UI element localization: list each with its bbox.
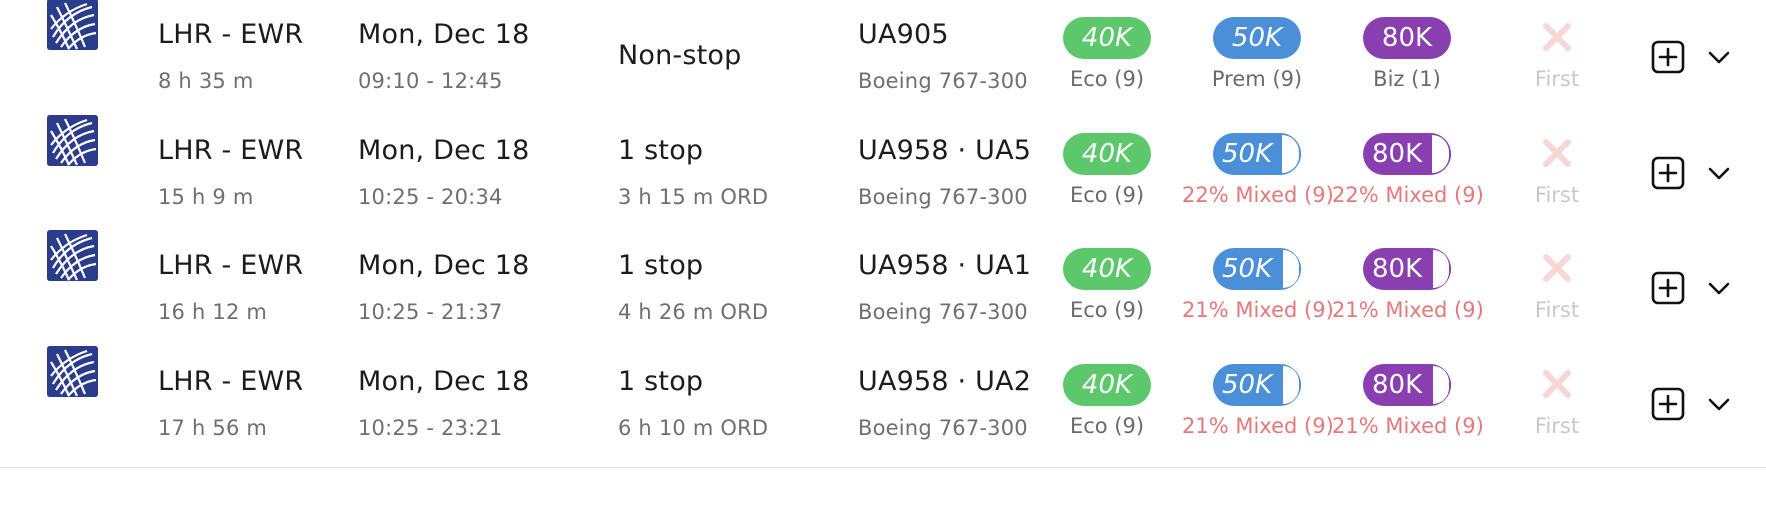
plus-square-icon[interactable] bbox=[1651, 40, 1685, 74]
chevron-down-icon[interactable] bbox=[1705, 279, 1733, 299]
route-label: LHR - EWR bbox=[158, 365, 304, 397]
premium-price-badge[interactable]: 50K bbox=[1213, 248, 1301, 290]
x-icon bbox=[1539, 135, 1575, 171]
route-label: LHR - EWR bbox=[158, 250, 304, 281]
time-range-label: 09:10 - 12:45 bbox=[358, 69, 503, 93]
business-price-badge[interactable]: 80K bbox=[1363, 17, 1451, 59]
united-globe-icon bbox=[47, 230, 98, 281]
economy-availability-label: Eco (9) bbox=[1069, 182, 1145, 207]
business-availability-label: 22% Mixed (9) bbox=[1332, 182, 1484, 207]
flight-result-row[interactable]: LHR - EWR 8 h 35 m Mon, Dec 18 09:10 - 1… bbox=[0, 0, 1766, 121]
date-label: Mon, Dec 18 bbox=[358, 250, 530, 281]
economy-price-badge[interactable]: 40K bbox=[1063, 248, 1151, 290]
business-availability-label: 21% Mixed (9) bbox=[1332, 413, 1484, 438]
stops-label: Non-stop bbox=[618, 40, 742, 71]
x-icon bbox=[1539, 19, 1575, 55]
aircraft-label: Boeing 767-300 bbox=[858, 300, 1028, 324]
mixed-cabin-indicator bbox=[1432, 132, 1451, 175]
duration-label: 15 h 9 m bbox=[158, 184, 254, 209]
aircraft-label: Boeing 767-300 bbox=[858, 184, 1028, 209]
first-availability-label: First bbox=[1534, 67, 1580, 91]
mixed-cabin-indicator bbox=[1433, 248, 1451, 290]
flight-result-row[interactable]: LHR - EWR 17 h 56 m Mon, Dec 18 10:25 - … bbox=[0, 345, 1766, 468]
economy-availability-label: Eco (9) bbox=[1069, 67, 1145, 91]
flight-result-row[interactable]: LHR - EWR 16 h 12 m Mon, Dec 18 10:25 - … bbox=[0, 230, 1766, 352]
date-label: Mon, Dec 18 bbox=[358, 19, 530, 50]
mixed-cabin-indicator bbox=[1282, 132, 1301, 175]
mixed-cabin-indicator bbox=[1283, 248, 1301, 290]
premium-availability-label: 21% Mixed (9) bbox=[1182, 413, 1334, 438]
mixed-cabin-indicator bbox=[1433, 363, 1451, 406]
united-globe-icon bbox=[47, 0, 98, 50]
stops-label: 1 stop bbox=[618, 134, 704, 166]
mixed-cabin-indicator bbox=[1283, 363, 1301, 406]
layover-label: 4 h 26 m ORD bbox=[618, 300, 769, 324]
premium-availability-label: 21% Mixed (9) bbox=[1182, 298, 1334, 322]
economy-price-badge[interactable]: 40K bbox=[1063, 132, 1151, 175]
flight-result-row[interactable]: LHR - EWR 15 h 9 m Mon, Dec 18 10:25 - 2… bbox=[0, 114, 1766, 237]
duration-label: 17 h 56 m bbox=[158, 415, 268, 440]
united-globe-icon bbox=[47, 114, 98, 166]
premium-availability-label: Prem (9) bbox=[1211, 67, 1303, 91]
route-label: LHR - EWR bbox=[158, 134, 304, 166]
business-price-badge[interactable]: 80K bbox=[1363, 248, 1451, 290]
route-label: LHR - EWR bbox=[158, 19, 304, 50]
first-availability-label: First bbox=[1534, 298, 1580, 322]
flight-numbers: UA905 bbox=[858, 19, 949, 50]
flight-numbers: UA958 · UA59 bbox=[858, 134, 1032, 166]
premium-price-badge[interactable]: 50K bbox=[1213, 17, 1301, 59]
chevron-down-icon[interactable] bbox=[1705, 395, 1733, 415]
time-range-label: 10:25 - 21:37 bbox=[358, 300, 503, 324]
date-label: Mon, Dec 18 bbox=[358, 134, 530, 166]
plus-square-icon[interactable] bbox=[1651, 387, 1685, 421]
duration-label: 8 h 35 m bbox=[158, 69, 254, 93]
flight-numbers: UA958 · UA21 bbox=[858, 365, 1032, 397]
business-price-badge[interactable]: 80K bbox=[1363, 132, 1451, 175]
layover-label: 6 h 10 m ORD bbox=[618, 415, 769, 440]
chevron-down-icon[interactable] bbox=[1705, 48, 1733, 68]
stops-label: 1 stop bbox=[618, 365, 704, 397]
business-availability-label: 21% Mixed (9) bbox=[1332, 298, 1484, 322]
economy-price-badge[interactable]: 40K bbox=[1063, 363, 1151, 406]
date-label: Mon, Dec 18 bbox=[358, 365, 530, 397]
economy-availability-label: Eco (9) bbox=[1069, 413, 1145, 438]
stops-label: 1 stop bbox=[618, 250, 704, 281]
premium-price-badge[interactable]: 50K bbox=[1213, 132, 1301, 175]
flight-numbers: UA958 · UA19 bbox=[858, 250, 1032, 281]
plus-square-icon[interactable] bbox=[1651, 156, 1685, 190]
layover-label: 3 h 15 m ORD bbox=[618, 184, 769, 209]
premium-price-badge[interactable]: 50K bbox=[1213, 363, 1301, 406]
economy-availability-label: Eco (9) bbox=[1069, 298, 1145, 322]
first-availability-label: First bbox=[1534, 413, 1580, 438]
economy-price-badge[interactable]: 40K bbox=[1063, 17, 1151, 59]
plus-square-icon[interactable] bbox=[1651, 271, 1685, 305]
time-range-label: 10:25 - 23:21 bbox=[358, 415, 503, 440]
x-icon bbox=[1539, 250, 1575, 286]
business-availability-label: Biz (1) bbox=[1373, 67, 1441, 91]
aircraft-label: Boeing 767-300 bbox=[858, 415, 1028, 440]
duration-label: 16 h 12 m bbox=[158, 300, 268, 324]
united-globe-icon bbox=[47, 345, 98, 397]
chevron-down-icon[interactable] bbox=[1705, 164, 1733, 184]
first-availability-label: First bbox=[1534, 182, 1580, 207]
business-price-badge[interactable]: 80K bbox=[1363, 363, 1451, 406]
x-icon bbox=[1539, 366, 1575, 402]
aircraft-label: Boeing 767-300 bbox=[858, 69, 1028, 93]
time-range-label: 10:25 - 20:34 bbox=[358, 184, 503, 209]
premium-availability-label: 22% Mixed (9) bbox=[1182, 182, 1334, 207]
